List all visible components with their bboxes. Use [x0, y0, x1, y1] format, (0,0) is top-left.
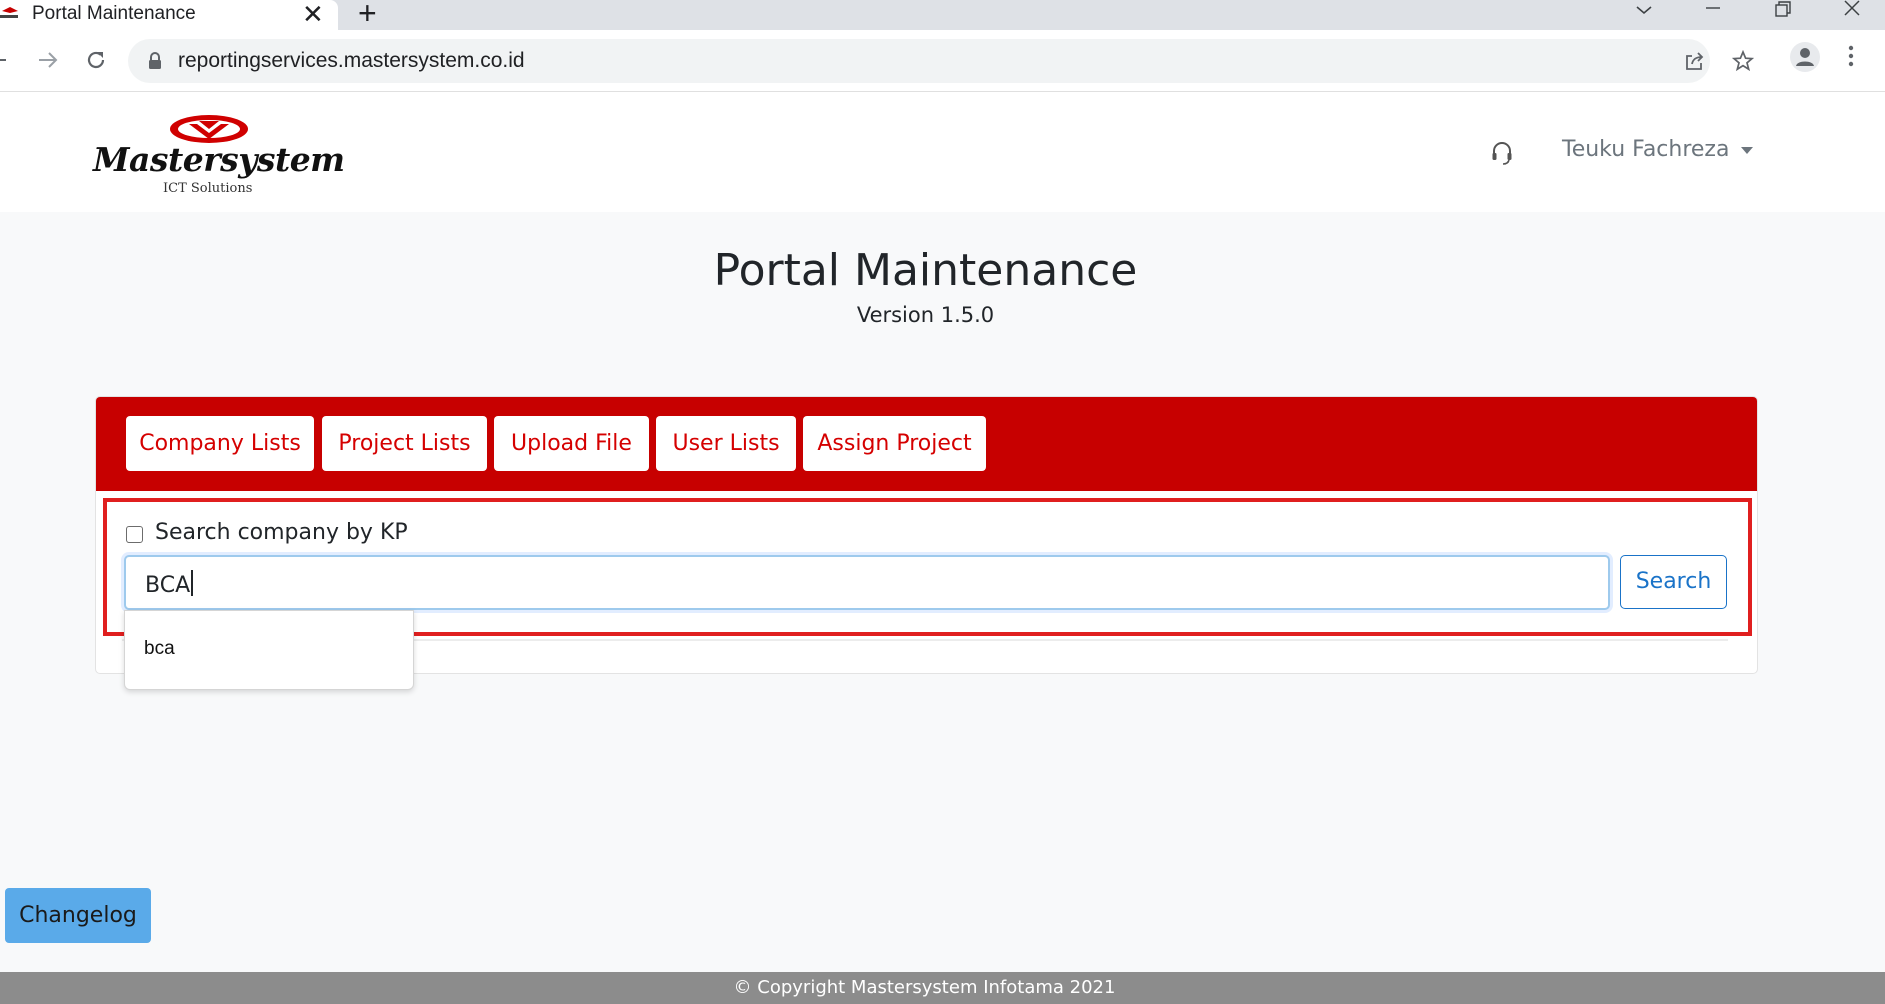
reload-icon[interactable]	[84, 48, 108, 72]
bookmark-star-icon[interactable]	[1732, 50, 1754, 72]
card-nav-header: Company Lists Project Lists Upload File …	[96, 397, 1757, 491]
user-menu-dropdown[interactable]: Teuku Fachreza	[1562, 137, 1754, 162]
url-text[interactable]: reportingservices.mastersystem.co.id	[178, 49, 525, 73]
autocomplete-dropdown: bca	[124, 610, 414, 690]
browser-menu-icon[interactable]	[1847, 44, 1855, 68]
browser-toolbar: reportingservices.mastersystem.co.id	[0, 30, 1885, 92]
lock-icon[interactable]	[148, 52, 162, 70]
footer: © Copyright Mastersystem Infotama 2021	[0, 972, 1885, 1004]
back-icon[interactable]	[0, 48, 10, 72]
site-header: Mastersystem ICT Solutions Teuku Fachrez…	[0, 92, 1885, 212]
page-version: Version 1.5.0	[856, 303, 995, 327]
forward-icon[interactable]	[36, 48, 60, 72]
address-bar[interactable]: reportingservices.mastersystem.co.id	[128, 39, 1754, 83]
tab-close-icon[interactable]: ✕	[302, 1, 324, 27]
page-title: Portal Maintenance	[713, 245, 1138, 296]
tab-title: Portal Maintenance	[32, 3, 196, 24]
assign-project-button[interactable]: Assign Project	[803, 416, 986, 471]
project-lists-button[interactable]: Project Lists	[322, 416, 487, 471]
profile-avatar-icon[interactable]	[1790, 42, 1820, 72]
mastersystem-logo[interactable]: Mastersystem ICT Solutions	[93, 112, 345, 202]
headset-support-icon[interactable]	[1490, 140, 1514, 166]
tab-search-icon[interactable]	[1634, 0, 1654, 30]
footer-copyright: © Copyright Mastersystem Infotama 2021	[733, 977, 1116, 998]
company-lists-button[interactable]: Company Lists	[126, 416, 314, 471]
restore-icon[interactable]	[1773, 0, 1793, 30]
user-name: Teuku Fachreza	[1562, 137, 1730, 162]
caret-down-icon	[1741, 146, 1754, 154]
autocomplete-suggestion[interactable]: bca	[144, 638, 175, 660]
new-tab-icon[interactable]: +	[358, 0, 377, 29]
share-icon[interactable]	[1684, 50, 1706, 72]
minimize-icon[interactable]	[1703, 0, 1723, 30]
changelog-button[interactable]: Changelog	[5, 888, 151, 943]
upload-file-button[interactable]: Upload File	[494, 416, 649, 471]
browser-tab-strip: Portal Maintenance ✕ +	[0, 0, 1885, 30]
portal-favicon-icon	[0, 7, 18, 18]
browser-tab[interactable]: Portal Maintenance ✕	[0, 0, 338, 30]
logo-tagline: ICT Solutions	[163, 181, 253, 196]
close-window-icon[interactable]	[1842, 0, 1862, 30]
user-lists-button[interactable]: User Lists	[656, 416, 796, 471]
logo-wordmark: Mastersystem	[93, 140, 345, 179]
